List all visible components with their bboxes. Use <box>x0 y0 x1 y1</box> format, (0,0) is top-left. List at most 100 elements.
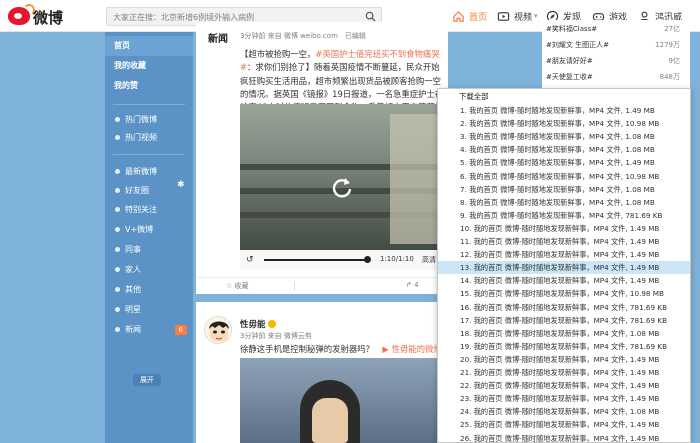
trend-name: #天使复工收# <box>546 73 593 81</box>
sidebar-item-hot-video[interactable]: 热门视频 <box>105 128 193 148</box>
video-player[interactable]: ↺ 1:10/1:10 高清 <box>240 104 440 270</box>
nav-home[interactable]: 首页 <box>452 0 487 32</box>
video-thumbnail[interactable] <box>240 358 440 443</box>
sidebar-item-latest[interactable]: 最新微博 <box>105 162 193 182</box>
author-name-text: 性毋能 <box>240 320 266 330</box>
download-item[interactable]: 19. 我的首页 微博-随时随地发现新鲜事，MP4 文件, 781.69 KB <box>438 340 690 353</box>
download-item[interactable]: 1. 我的首页 微博-随时随地发现新鲜事，MP4 文件, 1.49 MB <box>438 104 690 117</box>
download-item[interactable]: 22. 我的首页 微博-随时随地发现新鲜事，MP4 文件, 1.49 MB <box>438 379 690 392</box>
download-item[interactable]: 23. 我的首页 微博-随时随地发现新鲜事，MP4 文件, 1.49 MB <box>438 392 690 405</box>
sidebar-item-label: 家人 <box>125 265 141 274</box>
download-item[interactable]: 8. 我的首页 微博-随时随地发现新鲜事，MP4 文件, 1.08 MB <box>438 196 690 209</box>
sidebar-item-friends[interactable]: 好友圈 <box>105 181 193 201</box>
home-icon <box>453 10 464 22</box>
sidebar-item-favorites[interactable]: 我的收藏 <box>105 56 193 76</box>
sidebar-item-label: 好友圈 <box>125 186 149 195</box>
video-icon <box>497 11 510 21</box>
download-item[interactable]: 25. 我的首页 微博-随时随地发现新鲜事，MP4 文件, 1.49 MB <box>438 418 690 431</box>
author-logo[interactable]: 新闻 <box>208 30 232 45</box>
trend-name: #笑料福Class# <box>546 25 598 33</box>
post-meta: 3分钟前 来自 微博 weibo.com 已编辑 <box>240 32 366 40</box>
sidebar-item-stars[interactable]: 明星 <box>105 300 193 320</box>
download-item[interactable]: 16. 我的首页 微博-随时随地发现新鲜事，MP4 文件, 781.69 KB <box>438 301 690 314</box>
download-item[interactable]: 7. 我的首页 微博-随时随地发现新鲜事，MP4 文件, 1.08 MB <box>438 183 690 196</box>
divider <box>294 281 295 291</box>
trend-name: #刘耀文 生图正人# <box>546 41 609 49</box>
download-item[interactable]: 13. 我的首页 微博-随时随地发现新鲜事，MP4 文件, 1.49 MB <box>438 261 690 275</box>
download-item[interactable]: 18. 我的首页 微博-随时随地发现新鲜事，MP4 文件, 1.08 MB <box>438 327 690 340</box>
download-item[interactable]: 21. 我的首页 微博-随时随地发现新鲜事，MP4 文件, 1.49 MB <box>438 366 690 379</box>
expand-button[interactable]: 展开 <box>133 374 161 386</box>
feed-post: 新闻 【超市被抢购一空，#英国护士值完班买不到食物痛哭#：求你们别抢了】随着英国… <box>196 22 448 294</box>
verified-icon <box>267 320 276 328</box>
progress-handle[interactable] <box>364 256 371 263</box>
post-text: 徐静这手机是控制秘弹的发射器吗？ ▶ 性毋能的微博 <box>240 343 442 355</box>
avatar[interactable] <box>204 316 232 344</box>
quality-button[interactable]: 高清 <box>422 255 436 265</box>
download-item[interactable]: 14. 我的首页 微博-随时随地发现新鲜事，MP4 文件, 1.49 MB <box>438 274 690 287</box>
nav-home-label: 首页 <box>469 12 488 23</box>
shelf-column <box>390 114 440 244</box>
left-sidebar: 首页 我的收藏 我的赞 热门微博 热门视频 ✱ 最新微博 好友圈 特别关注 V+… <box>105 32 193 443</box>
sidebar-item-label: 热门视频 <box>125 133 157 142</box>
download-item[interactable]: 2. 我的首页 微博-随时随地发现新鲜事，MP4 文件, 10.98 MB <box>438 117 690 130</box>
sidebar-item-label: 同事 <box>125 245 141 254</box>
sidebar-item-label: 其他 <box>125 285 141 294</box>
weibo-eye-icon <box>8 4 35 25</box>
trend-item[interactable]: #笑料福Class# 27亿 <box>546 24 686 36</box>
sidebar-item-home[interactable]: 首页 <box>105 36 193 56</box>
post-text-start: 【超市被抢购一空， <box>240 49 316 59</box>
play-icon[interactable]: ↺ <box>246 255 254 265</box>
download-item[interactable]: 5. 我的首页 微博-随时随地发现新鲜事，MP4 文件, 1.49 MB <box>438 156 690 169</box>
download-item[interactable]: 6. 我的首页 微博-随时随地发现新鲜事，MP4 文件, 10.98 MB <box>438 170 690 183</box>
download-item[interactable]: 20. 我的首页 微博-随时随地发现新鲜事，MP4 文件, 1.49 MB <box>438 353 690 366</box>
sidebar-item-vplus[interactable]: V+微博 <box>105 220 193 240</box>
sidebar-item-hot-weibo[interactable]: 热门微博 <box>105 110 193 130</box>
download-item[interactable]: 24. 我的首页 微博-随时随地发现新鲜事，MP4 文件, 1.08 MB <box>438 405 690 418</box>
feed-post: 性毋能 3分钟前 来自 微博云剪 徐静这手机是控制秘弹的发射器吗？ ▶ 性毋能的… <box>196 302 448 443</box>
forward-button[interactable]: ↱ 4 <box>406 281 419 289</box>
sidebar-item-likes[interactable]: 我的赞 <box>105 76 193 96</box>
bullet-icon <box>115 227 120 232</box>
bullet-icon <box>115 307 120 312</box>
nav-video-label: 视频 <box>514 12 533 23</box>
download-item[interactable]: 4. 我的首页 微博-随时随地发现新鲜事，MP4 文件, 1.08 MB <box>438 143 690 156</box>
download-menu: 下载全部 1. 我的首页 微博-随时随地发现新鲜事，MP4 文件, 1.49 M… <box>437 88 691 443</box>
download-item[interactable]: 9. 我的首页 微博-随时随地发现新鲜事，MP4 文件, 781.69 KB <box>438 209 690 222</box>
sidebar-item-news[interactable]: 新闻 6 <box>105 320 193 340</box>
download-item[interactable]: 15. 我的首页 微博-随时随地发现新鲜事，MP4 文件, 10.98 MB <box>438 287 690 300</box>
nav-video[interactable]: 视频 ▾ <box>497 0 538 32</box>
video-progress-bar[interactable] <box>264 259 366 261</box>
weibo-logo[interactable]: 微博 <box>8 4 84 27</box>
search-icon[interactable] <box>365 11 376 22</box>
trend-item[interactable]: #天使复工收# 848万 <box>546 72 686 84</box>
download-item[interactable]: 17. 我的首页 微博-随时随地发现新鲜事，MP4 文件, 781.69 KB <box>438 314 690 327</box>
person-face <box>312 398 348 443</box>
bullet-icon <box>115 247 120 252</box>
download-item[interactable]: 12. 我的首页 微博-随时随地发现新鲜事，MP4 文件, 1.49 MB <box>438 248 690 261</box>
sidebar-divider <box>113 154 185 155</box>
trend-item[interactable]: #刘耀文 生图正人# 1279万 <box>546 40 686 52</box>
download-item[interactable]: 3. 我的首页 微博-随时随地发现新鲜事，MP4 文件, 1.08 MB <box>438 130 690 143</box>
trend-count: 9亿 <box>668 57 680 65</box>
post-link[interactable]: ▶ 性毋能的微博 <box>382 344 441 354</box>
sidebar-item-label: 特别关注 <box>125 205 157 214</box>
sidebar-item-special[interactable]: 特别关注 <box>105 200 193 220</box>
favorite-button[interactable]: ☆ 收藏 <box>226 281 249 291</box>
download-all-button[interactable]: 下载全部 <box>438 89 690 104</box>
sidebar-item-other[interactable]: 其他 <box>105 280 193 300</box>
post-actions: ☆ 收藏 ↱ 4 <box>196 277 448 294</box>
post-meta: 3分钟前 来自 微博云剪 <box>240 332 312 340</box>
bullet-icon <box>115 188 120 193</box>
download-item[interactable]: 11. 我的首页 微博-随时随地发现新鲜事，MP4 文件, 1.49 MB <box>438 235 690 248</box>
trend-item[interactable]: #朋友请好好# 9亿 <box>546 56 686 68</box>
download-item[interactable]: 26. 我的首页 微博-随时随地发现新鲜事，MP4 文件, 1.49 MB <box>438 432 690 443</box>
sidebar-item-family[interactable]: 家人 <box>105 260 193 280</box>
sidebar-item-colleagues[interactable]: 同事 <box>105 240 193 260</box>
replay-icon[interactable] <box>328 174 356 202</box>
bullet-icon <box>115 287 120 292</box>
favorite-label: 收藏 <box>234 282 249 290</box>
download-item[interactable]: 10. 我的首页 微博-随时随地发现新鲜事，MP4 文件, 1.49 MB <box>438 222 690 235</box>
author-name[interactable]: 性毋能 <box>240 318 276 330</box>
bullet-icon <box>115 267 120 272</box>
